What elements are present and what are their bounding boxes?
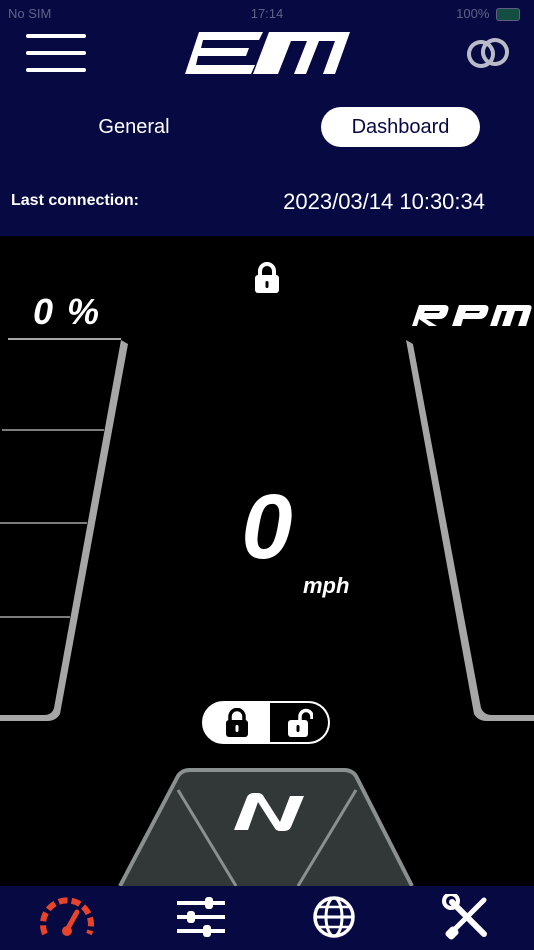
nav-tools[interactable] <box>440 894 496 942</box>
globe-icon <box>313 896 355 938</box>
tools-icon <box>442 894 487 940</box>
bottom-nav <box>0 886 534 950</box>
lock-option[interactable] <box>204 703 270 742</box>
app-root: No SIM 17:14 100% General Dashboard Last… <box>0 0 534 950</box>
nav-map[interactable] <box>306 894 362 942</box>
speedometer-icon <box>40 897 94 936</box>
nav-settings[interactable] <box>173 894 229 942</box>
speed-unit: mph <box>303 573 350 598</box>
battery-percent: 0 % <box>33 291 102 332</box>
gear-indicator-neutral-icon <box>234 793 304 831</box>
dashboard-graphics <box>0 338 534 886</box>
sliders-icon <box>177 897 225 937</box>
rpm-label <box>412 305 532 326</box>
lock-toggle[interactable] <box>202 701 330 744</box>
nav-dashboard[interactable] <box>39 894 95 942</box>
padlock-closed-icon <box>226 707 248 737</box>
padlock-open-icon <box>288 708 313 737</box>
padlock-closed-icon <box>255 262 279 293</box>
speed-value: 0 <box>241 476 293 578</box>
unlock-option[interactable] <box>270 703 328 742</box>
